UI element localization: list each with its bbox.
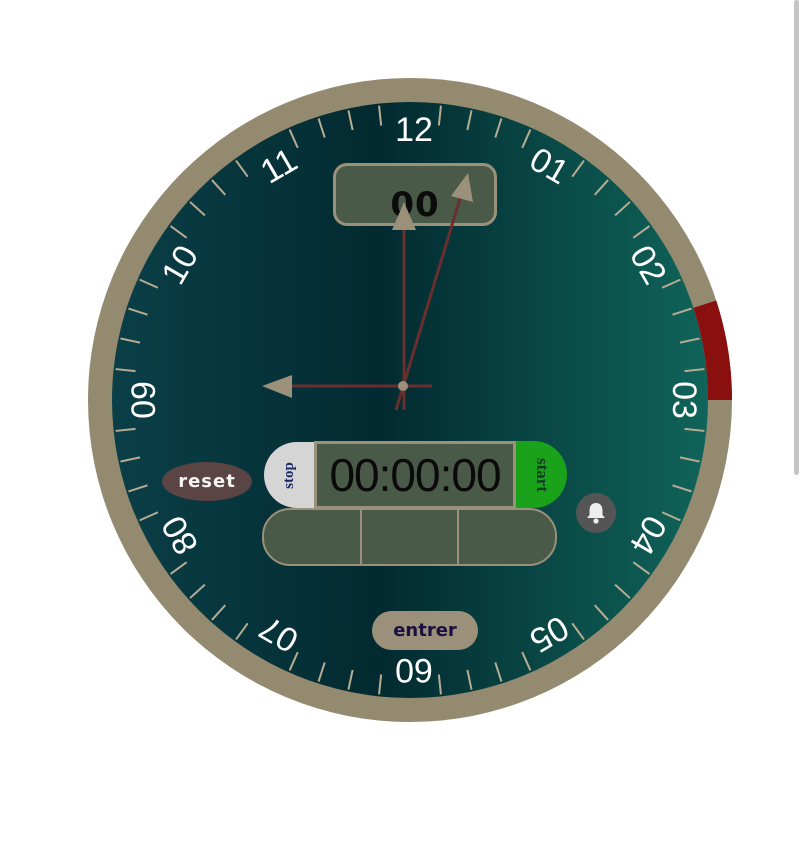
seconds-input[interactable] [459,510,555,564]
timer-display: 00:00:00 [314,441,516,509]
hour-hand-arrow [392,202,416,230]
clock-hands [262,173,473,411]
time-input-row [262,508,557,566]
minutes-input-cell [361,510,460,564]
second-hand-arrow [262,375,292,398]
bell-icon [587,503,605,524]
hours-input[interactable] [264,510,360,564]
seconds-input-cell [459,510,555,564]
minutes-input[interactable] [361,510,458,564]
stop-button-label: stop [280,461,297,489]
enter-button[interactable]: entrer [372,611,478,650]
hours-input-cell [264,510,362,564]
alarm-button[interactable] [576,493,616,533]
start-button-label: start [532,457,552,492]
minute-hand-arrow [451,173,473,202]
hand-pivot [398,381,408,391]
reset-button[interactable]: reset [162,462,252,501]
